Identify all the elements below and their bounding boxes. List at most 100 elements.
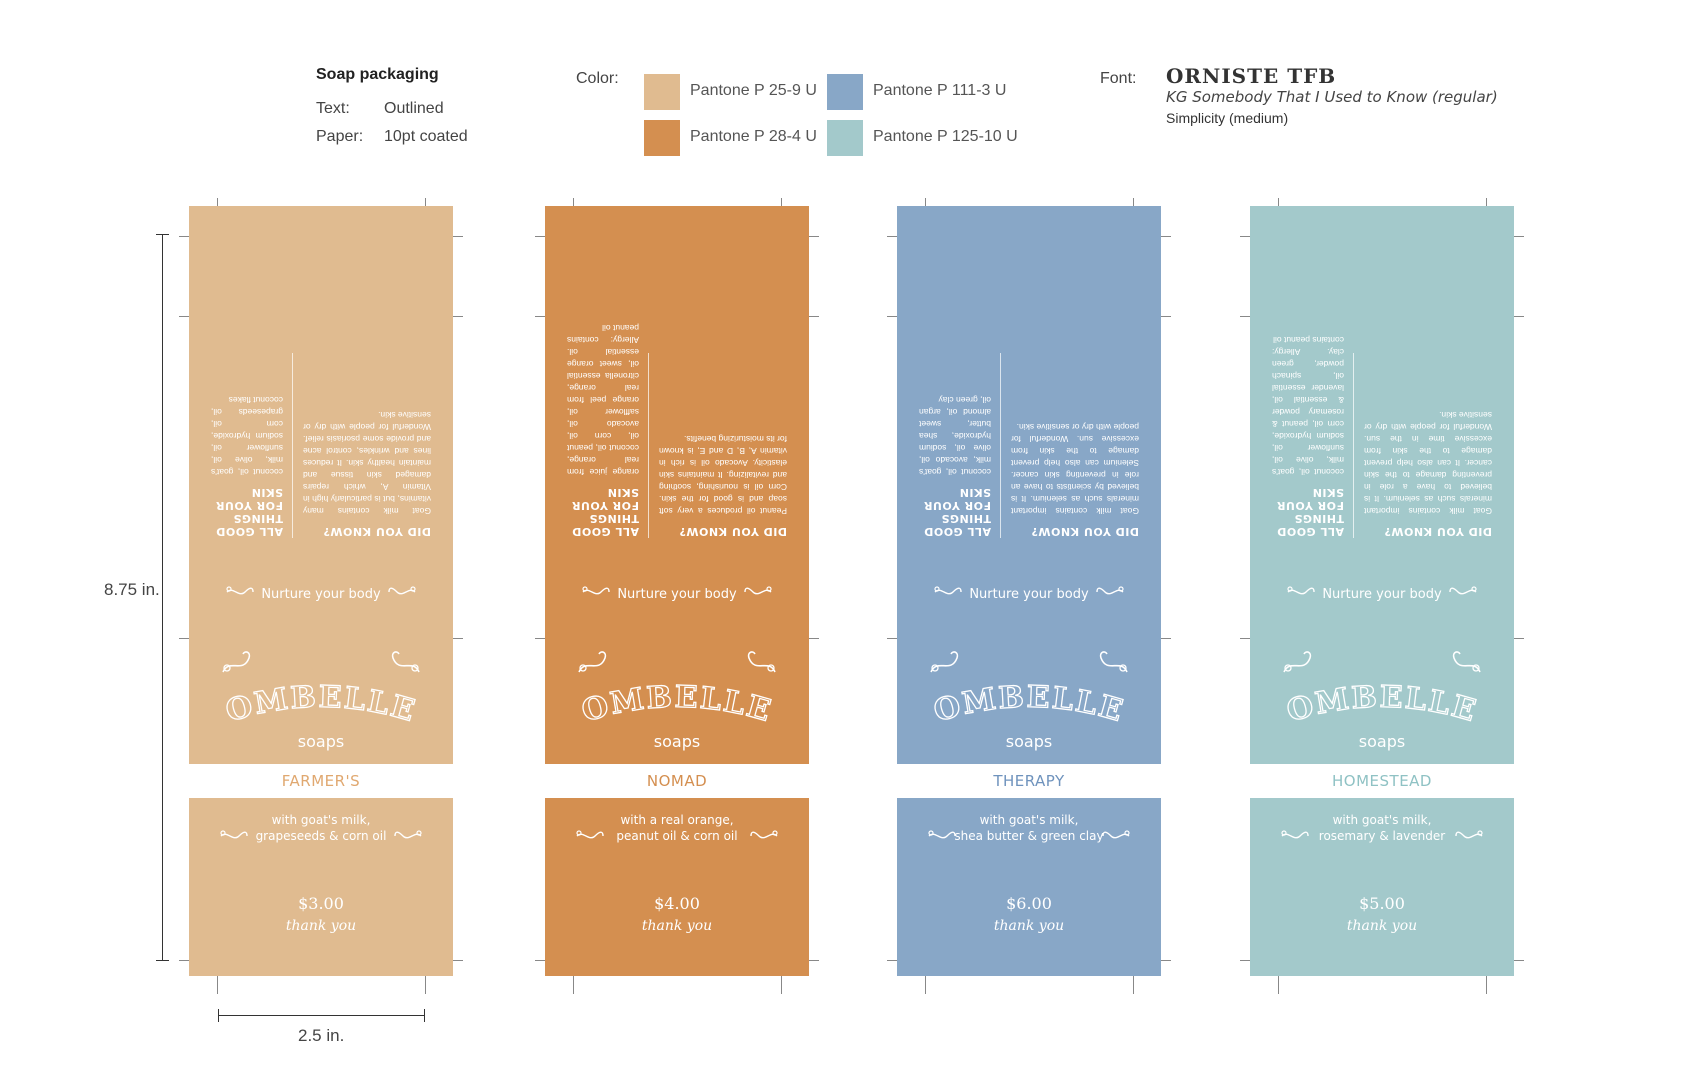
crop-mark (535, 960, 545, 961)
variant-band: FARMER'S (189, 764, 453, 798)
crop-mark (1486, 976, 1487, 994)
ingredients-list: coconut oil, goat's milk, olive oil, sun… (1272, 335, 1344, 477)
brand-sub: soaps (297, 732, 345, 751)
crop-mark (535, 316, 545, 317)
all-good-heading: ALL GOOD THINGS FOR YOUR SKIN (923, 486, 992, 538)
did-you-know-column: DID YOU KNOW? Goat milk contains many vi… (303, 409, 431, 538)
crop-mark (1514, 236, 1524, 237)
crop-mark (781, 198, 782, 206)
did-you-know-text: Goat milk contains important minerals su… (1364, 410, 1492, 516)
ingredients-summary: with goat's milk, rosemary & lavender (1290, 812, 1474, 844)
crop-mark (1240, 236, 1250, 237)
flourish-right-icon (743, 584, 773, 604)
paper-label: Paper: (316, 128, 364, 145)
text-label: Text: (316, 100, 350, 117)
price: $4.00 (654, 894, 700, 913)
did-you-know-column: DID YOU KNOW? Peanut oil produces a very… (659, 433, 787, 538)
tagline-text: Nurture your body (617, 586, 737, 602)
swatch-name-3: Pantone P 111-3 U (873, 82, 1007, 99)
crop-mark (1161, 960, 1171, 961)
did-you-know-heading: DID YOU KNOW? (1384, 525, 1492, 538)
all-good-heading: ALL GOOD THINGS FOR YOUR SKIN (215, 486, 284, 538)
flourish-right-icon (1095, 584, 1125, 604)
svg-text:OMBELLE: OMBELLE (222, 680, 420, 730)
width-dimension-line (218, 1015, 424, 1016)
ingredients-line-1: with goat's milk, (271, 813, 371, 827)
crop-mark (217, 198, 218, 206)
variant-name: HOMESTEAD (1332, 772, 1432, 790)
info-block: DID YOU KNOW? Goat milk contains importa… (919, 338, 1139, 538)
svg-text:OMBELLE: OMBELLE (930, 680, 1128, 730)
brand-name: OMBELLE (929, 679, 1126, 730)
package-front: DID YOU KNOW? Goat milk contains importa… (897, 206, 1161, 764)
flourish-right-icon (1448, 584, 1478, 604)
crop-mark (1278, 198, 1279, 206)
crop-mark (1161, 316, 1171, 317)
crop-mark (1240, 638, 1250, 639)
info-divider (1353, 353, 1354, 538)
variant-band: HOMESTEAD (1250, 764, 1514, 798)
crop-mark (425, 976, 426, 994)
crop-mark (809, 960, 819, 961)
height-dimension-line (162, 234, 163, 960)
crop-mark (809, 316, 819, 317)
crop-mark (1486, 198, 1487, 206)
font-name-3: Simplicity (medium) (1166, 110, 1289, 126)
thank-you-text: thank you (641, 918, 713, 934)
crop-mark (1133, 198, 1134, 206)
ingredients-column: ALL GOOD THINGS FOR YOUR SKIN coconut oi… (919, 394, 991, 538)
crop-mark (1514, 960, 1524, 961)
ingredients-line-1: with a real orange, (620, 813, 734, 827)
width-tick-right (424, 1009, 425, 1022)
crop-mark (1161, 638, 1171, 639)
package-panel: DID YOU KNOW? Goat milk contains importa… (887, 198, 1171, 994)
package-back: with goat's milk, shea butter & green cl… (897, 798, 1161, 976)
tagline-text: Nurture your body (261, 586, 381, 602)
ingredients-list: coconut oil, goat's milk, avocado oil, o… (919, 395, 991, 477)
crop-mark (453, 316, 463, 317)
ingredients-column: ALL GOOD THINGS FOR YOUR SKIN coconut oi… (211, 394, 283, 538)
crop-mark (179, 236, 189, 237)
thank-you-text: thank you (1346, 918, 1418, 934)
crop-mark (453, 236, 463, 237)
ingredients-summary: with goat's milk, grapeseeds & corn oil (229, 812, 413, 844)
font-name-1: ORNISTE TFB (1166, 64, 1337, 88)
tagline-text: Nurture your body (969, 586, 1089, 602)
all-good-heading: ALL GOOD THINGS FOR YOUR SKIN (1276, 486, 1345, 538)
tagline: Nurture your body (1250, 584, 1514, 604)
ingredients-list: coconut oil, goat's milk, olive oil, sun… (211, 395, 283, 477)
crop-mark (1514, 638, 1524, 639)
brand-logo: OMBELLE soaps (189, 651, 453, 756)
ingredients-line-2: grapeseeds & corn oil (255, 829, 387, 843)
ingredients-column: ALL GOOD THINGS FOR YOUR SKIN orange jui… (567, 322, 639, 538)
crop-mark (573, 976, 574, 994)
crop-mark (887, 316, 897, 317)
tagline: Nurture your body (897, 584, 1161, 604)
variant-name: FARMER'S (281, 772, 361, 790)
did-you-know-column: DID YOU KNOW? Goat milk contains importa… (1364, 409, 1492, 538)
svg-text:OMBELLE: OMBELLE (1283, 680, 1481, 730)
crop-mark (573, 198, 574, 206)
package-front: DID YOU KNOW? Peanut oil produces a very… (545, 206, 809, 764)
crop-mark (425, 198, 426, 206)
crop-mark (535, 236, 545, 237)
crop-mark (1278, 976, 1279, 994)
swatch-name-2: Pantone P 28-4 U (690, 128, 817, 145)
info-divider (648, 353, 649, 538)
ingredients-line-2: shea butter & green clay (954, 829, 1104, 843)
package-back: with goat's milk, rosemary & lavender $5… (1250, 798, 1514, 976)
crop-mark (1514, 316, 1524, 317)
crop-mark (1240, 960, 1250, 961)
crop-mark (217, 976, 218, 994)
crop-mark (925, 976, 926, 994)
tagline: Nurture your body (189, 584, 453, 604)
variant-band: NOMAD (545, 764, 809, 798)
variant-name: NOMAD (646, 772, 708, 790)
brand-logo: OMBELLE soaps (897, 651, 1161, 756)
crop-mark (1133, 976, 1134, 994)
brand-logo: OMBELLE soaps (545, 651, 809, 756)
ingredients-line-1: with goat's milk, (979, 813, 1079, 827)
package-back: with goat's milk, grapeseeds & corn oil … (189, 798, 453, 976)
flourish-left-icon (581, 584, 611, 604)
crop-mark (781, 976, 782, 994)
